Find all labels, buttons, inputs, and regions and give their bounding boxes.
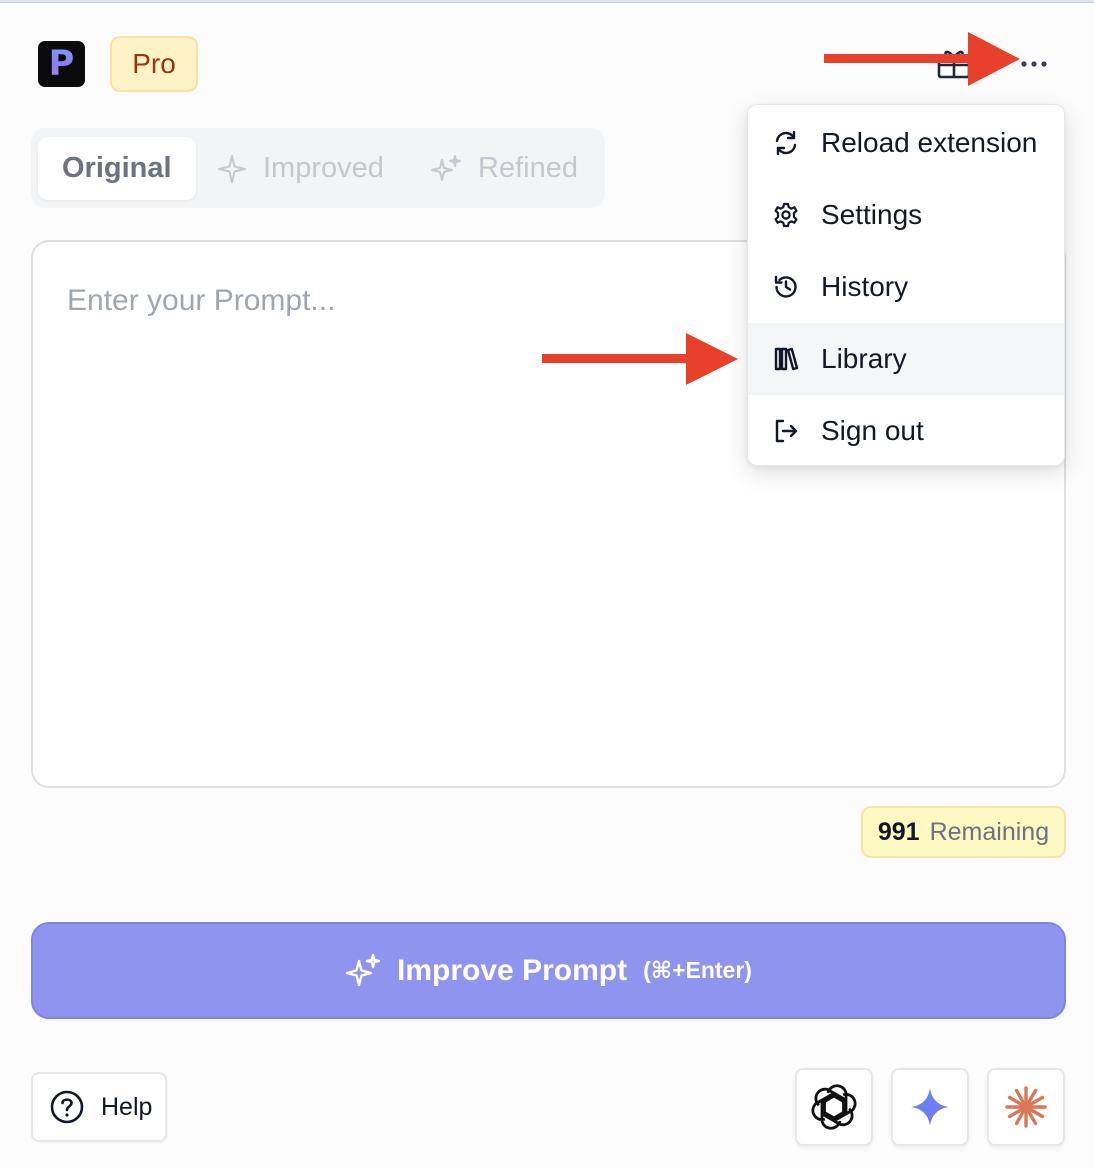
menu-item-library[interactable]: Library <box>748 323 1064 395</box>
refresh-icon <box>773 130 799 156</box>
more-options-icon[interactable] <box>1014 50 1054 78</box>
tab-refined-label: Refined <box>478 152 578 184</box>
tab-original-label: Original <box>62 152 172 184</box>
gear-icon <box>773 202 799 228</box>
menu-item-label: History <box>821 271 909 302</box>
menu-item-label: Sign out <box>821 415 924 446</box>
tab-original[interactable]: Original <box>38 137 196 200</box>
app-logo: P <box>38 41 85 87</box>
menu-item-sign-out[interactable]: Sign out <box>748 395 1064 465</box>
library-icon <box>773 346 799 372</box>
openai-icon <box>811 1084 857 1130</box>
menu-item-reload-extension[interactable]: Reload extension <box>748 107 1064 179</box>
menu-item-label: Settings <box>821 199 923 230</box>
options-dropdown-menu: Reload extension Settings History Librar… <box>747 104 1065 466</box>
history-icon <box>773 274 799 300</box>
pro-plan-badge: Pro <box>110 36 198 92</box>
gemini-icon <box>911 1088 949 1126</box>
remaining-count: 991 <box>877 817 920 846</box>
menu-item-label: Library <box>821 343 907 374</box>
menu-item-history[interactable]: History <box>748 251 1064 323</box>
help-button[interactable]: Help <box>31 1072 167 1142</box>
sparkle-icon <box>218 154 246 183</box>
prompt-version-tabs: Original Improved Refined <box>31 128 605 208</box>
sparkles-icon <box>345 953 381 986</box>
menu-item-settings[interactable]: Settings <box>748 179 1064 251</box>
menu-item-label: Reload extension <box>821 127 1038 158</box>
improve-prompt-label: Improve Prompt <box>397 953 628 987</box>
sign-out-icon <box>773 418 799 444</box>
tab-refined[interactable]: Refined <box>430 137 578 200</box>
improve-prompt-button[interactable]: Improve Prompt (⌘+Enter) <box>31 922 1066 1019</box>
improve-prompt-shortcut: (⌘+Enter) <box>643 957 752 983</box>
remaining-credits-badge: 991 Remaining <box>861 806 1066 858</box>
prompt-placeholder: Enter your Prompt... <box>67 284 336 317</box>
claude-icon <box>1005 1086 1047 1128</box>
annotation-arrow-library <box>542 333 738 385</box>
tab-improved[interactable]: Improved <box>217 137 384 200</box>
remaining-label: Remaining <box>929 817 1050 846</box>
claude-button[interactable] <box>987 1068 1065 1146</box>
help-icon <box>50 1090 84 1124</box>
help-label: Help <box>101 1092 153 1121</box>
tab-improved-label: Improved <box>263 152 384 184</box>
sparkles-icon <box>431 154 461 181</box>
annotation-arrow-more-options <box>824 32 1020 86</box>
gemini-button[interactable] <box>891 1068 969 1146</box>
openai-button[interactable] <box>795 1068 873 1146</box>
window-top-border <box>0 0 1094 3</box>
